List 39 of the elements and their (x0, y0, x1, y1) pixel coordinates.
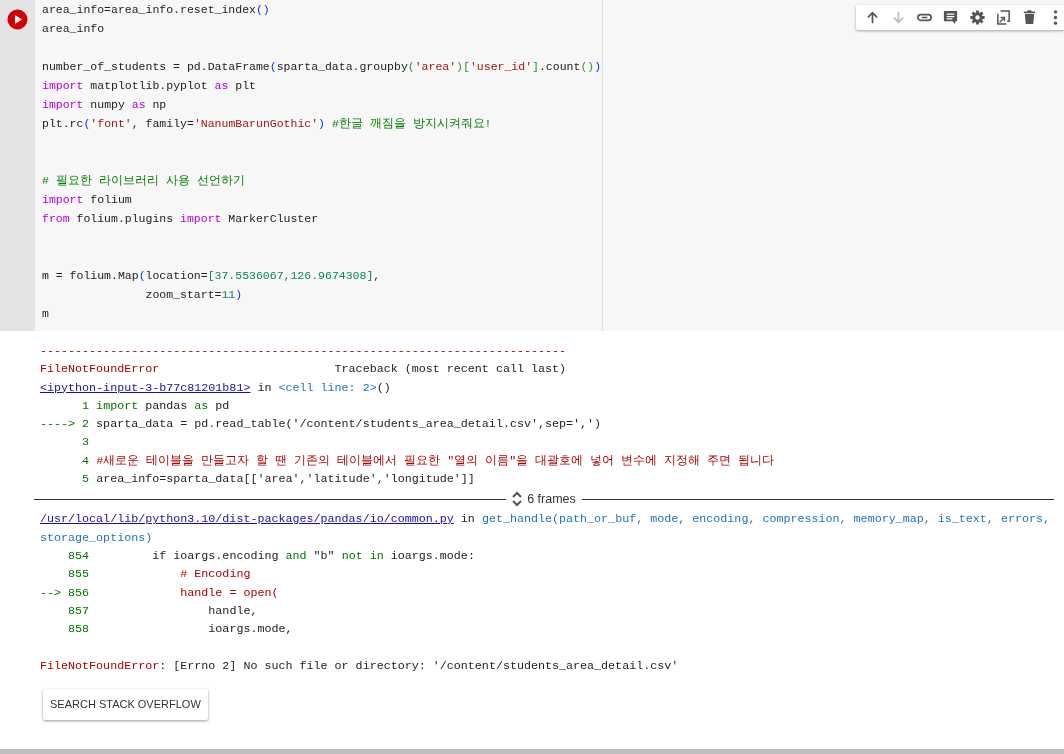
traceback-line: ----> 2 sparta_data = pd.read_table('/content/students_area_detail.csv',sep=',') (40, 416, 603, 434)
run-icon[interactable] (7, 9, 28, 30)
search-stack-overflow-button[interactable]: SEARCH STACK OVERFLOW (43, 689, 208, 720)
code-line: number_of_students = pd.DataFrame(sparta_data.groupby('area')['user_id'].count()) (42, 59, 602, 75)
code-line: import matplotlib.pyplot as plt (42, 78, 257, 94)
mirror-cell-icon[interactable] (994, 8, 1012, 27)
traceback-line: storage_options) (40, 529, 154, 547)
traceback-line: 5 area_info=sparta_data[['area','latitude','longitude']] (81, 471, 476, 489)
traceback-text: () (376, 380, 391, 395)
code-line: area_info (42, 21, 106, 37)
traceback-text: in (459, 512, 476, 527)
traceback-line: 4 #새로운 테이블을 만들고자 할 땐 기존의 테이블에서 필요한 "열의 이름"을 대괄호에 넣어 변수에 지정해 주면 됩니다 (81, 452, 776, 470)
traceback-line: 854 if ioargs.encoding and "b" not in ioargs.mode: (67, 547, 476, 565)
traceback-line: 857 handle, (67, 602, 259, 620)
traceback-line: --------------------------------------------------------------------------- (40, 343, 568, 360)
traceback-line: 1 import pandas as pd (81, 397, 231, 415)
code-line: m = folium.Map(location=[37.5536067,126.9674308], (42, 268, 382, 284)
traceback-line: 858 ioargs.mode, (67, 621, 294, 639)
code-line: import numpy as np (42, 97, 168, 113)
code-line: import folium (42, 192, 133, 208)
traceback-line: FileNotFoundError Traceback (most recent call last) (40, 361, 568, 379)
settings-icon[interactable] (968, 8, 986, 27)
traceback-text: <cell line: 2> (278, 380, 377, 395)
traceback-text: in (256, 380, 273, 395)
expand-icon (512, 491, 523, 508)
traceback-line: FileNotFoundError: [Errno 2] No such file or directory: '/content/students_area_detail.csv' (40, 657, 680, 675)
code-line: from folium.plugins import MarkerCluster (42, 211, 320, 227)
code-line: m (42, 306, 50, 322)
code-line: zoom_start=11) (144, 287, 244, 303)
traceback-text: get_handle(path_or_buf, mode, encoding, compression, memory_map, is_text, errors, (481, 512, 1050, 527)
file-link[interactable]: /usr/local/lib/python3.10/dist-packages/pandas/io/common.py (40, 512, 454, 527)
traceback-line: 855 # Encoding (67, 566, 252, 584)
traceback-line: --> 856 handle = open( (40, 584, 280, 602)
frames-toggle[interactable]: 6 frames (512, 490, 576, 509)
traceback-line: 3 (81, 434, 91, 452)
code-line: # 필요한 라이브러리 사용 선언하기 (42, 173, 246, 189)
code-line: area_info=area_info.reset_index() (42, 2, 271, 18)
file-link[interactable]: <ipython-input-3-b77c81201b81> (40, 380, 251, 395)
code-line: plt.rc('font', family='NanumBarunGothic') #한글 깨짐을 방지시켜줘요! (42, 116, 493, 132)
